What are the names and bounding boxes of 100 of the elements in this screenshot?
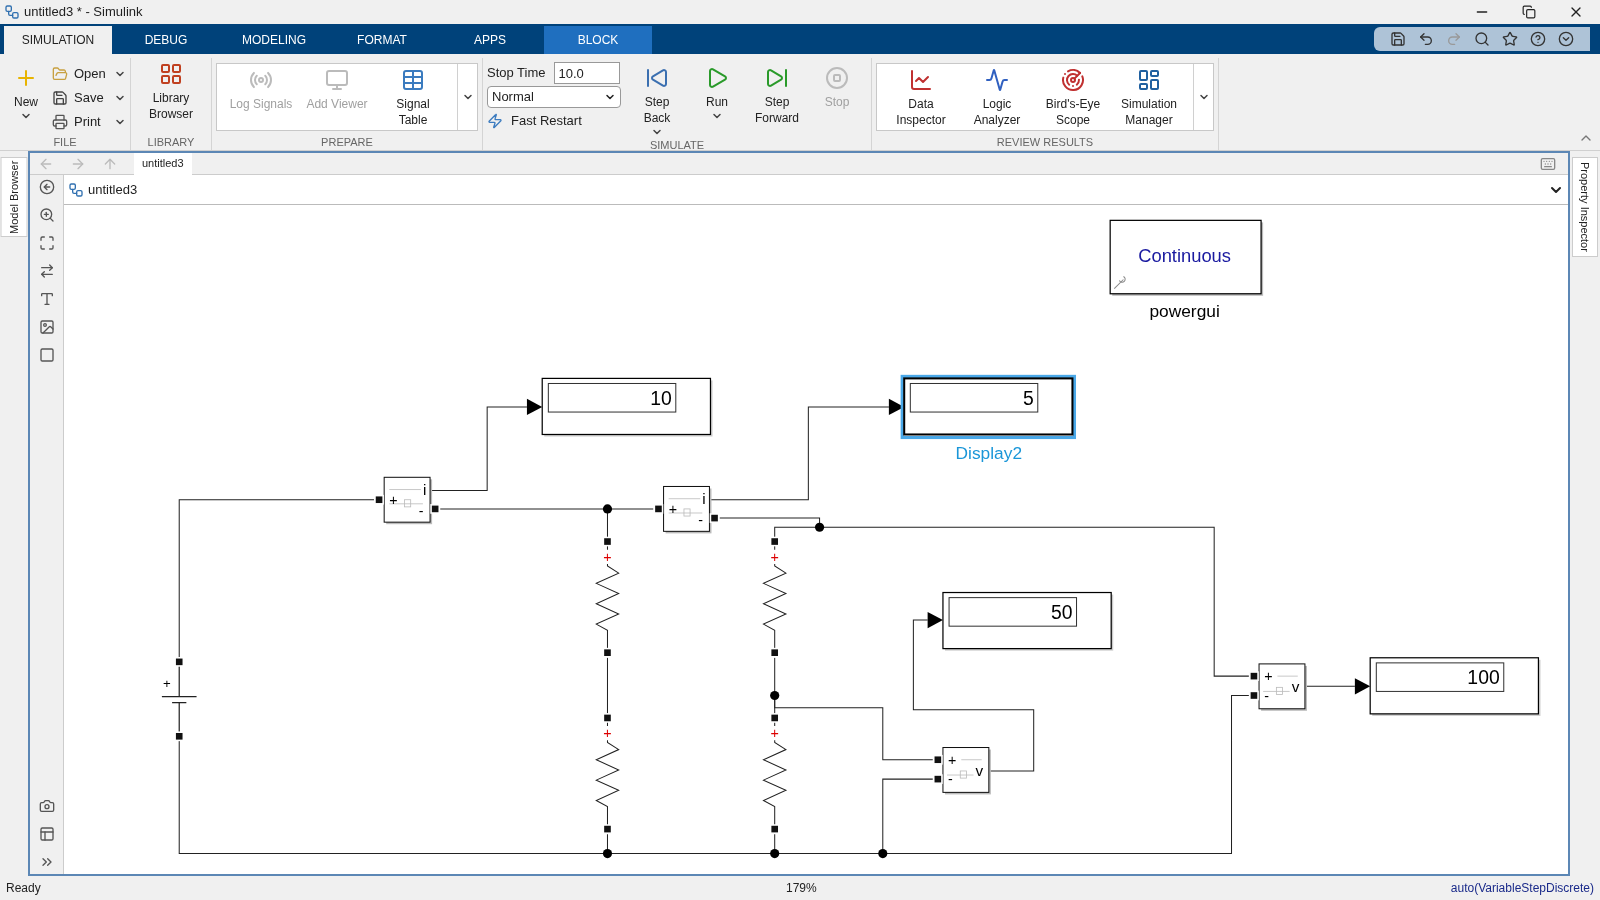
image-icon[interactable] — [38, 319, 55, 335]
ribbon-tab[interactable]: BLOCK — [544, 26, 652, 54]
step-back-icon — [645, 66, 669, 90]
camera-icon[interactable] — [38, 798, 55, 814]
ribbon-button[interactable]: Bird's-Eye Scope — [1037, 64, 1109, 130]
connection-port — [374, 494, 384, 505]
restore-icon[interactable] — [1522, 5, 1536, 19]
display-value: 100 — [1467, 666, 1500, 689]
polarity-sign: + — [770, 548, 779, 565]
polarity-sign: + — [603, 548, 612, 565]
ribbon-tab[interactable]: SIMULATION — [4, 26, 112, 54]
display-value: 10 — [650, 386, 672, 409]
connection-port — [769, 647, 780, 658]
ribbon-tab[interactable]: DEBUG — [112, 26, 220, 54]
side-tab[interactable]: Model Browser — [0, 157, 28, 237]
fast-restart-toggle[interactable]: Fast Restart — [487, 110, 627, 132]
area-icon[interactable] — [38, 347, 55, 363]
ribbon-button[interactable]: Save — [52, 86, 126, 110]
display-block[interactable]: 50 — [942, 591, 1114, 651]
side-tab[interactable]: Property Inspector — [1571, 157, 1599, 257]
terminal-sign: + — [389, 491, 398, 508]
ribbon-button[interactable]: Print — [52, 110, 126, 134]
display-block[interactable]: 10 — [541, 377, 713, 437]
junction-dot — [602, 504, 613, 514]
favorites-icon[interactable] — [1502, 31, 1518, 47]
output-label: v — [975, 762, 984, 780]
display-value: 5 — [1022, 386, 1034, 409]
ribbon-button[interactable]: New — [4, 62, 48, 122]
stop-time-field[interactable]: 10.0 — [553, 62, 620, 84]
display-value: 50 — [1050, 601, 1073, 624]
polarity-sign: + — [770, 725, 779, 742]
options-icon[interactable] — [1558, 31, 1574, 47]
battery-symbol[interactable] — [161, 665, 198, 733]
solver-status[interactable]: auto(VariableStepDiscrete) — [1450, 879, 1594, 897]
stop-time-label: Stop Time — [487, 64, 546, 83]
block-label: powergui — [1149, 301, 1220, 322]
section-title: PREPARE — [320, 135, 374, 150]
simulation-mode-dropdown[interactable]: Normal — [487, 86, 621, 108]
undo-icon[interactable] — [1418, 31, 1434, 47]
current-sensor[interactable] — [383, 476, 433, 525]
ribbon-tab[interactable]: MODELING — [220, 26, 328, 54]
model-canvas[interactable]: + + + + + i + - i + - v + - v + - 10 5 Display2 50 100 Continuous powergui — [64, 205, 1568, 874]
resistor-symbol[interactable] — [762, 721, 788, 826]
output-label: i — [702, 489, 706, 507]
section-title: FILE — [52, 135, 78, 150]
printer-icon — [52, 114, 68, 130]
voltage-sensor[interactable] — [942, 747, 991, 795]
voltage-sensor[interactable] — [1258, 663, 1307, 711]
resistor-symbol[interactable] — [595, 721, 620, 826]
connection-port — [933, 754, 943, 765]
ribbon-button[interactable]: Logic Analyzer — [961, 64, 1033, 130]
display-block[interactable]: 100 — [1369, 657, 1541, 716]
lightning-icon — [487, 113, 503, 129]
search-icon[interactable] — [1474, 31, 1490, 47]
ribbon-tab[interactable]: APPS — [436, 26, 544, 54]
section-title: SIMULATE — [648, 138, 706, 153]
text-annotation-icon[interactable] — [38, 291, 55, 307]
line-chart-icon — [909, 68, 933, 92]
back-icon[interactable] — [38, 179, 55, 195]
arrows-icon[interactable] — [38, 263, 55, 279]
ribbon-button[interactable]: Simulation Manager — [1113, 64, 1185, 130]
ribbon-button[interactable]: Library Browser — [135, 58, 207, 122]
app-logo-icon — [4, 4, 20, 20]
connection-port — [769, 824, 780, 834]
layout-icon[interactable] — [38, 826, 55, 842]
connection-port — [602, 536, 613, 547]
connection-port — [602, 824, 613, 834]
resistor-symbol[interactable] — [595, 545, 620, 650]
connection-port — [933, 774, 943, 784]
ribbon-button[interactable]: Open — [52, 62, 126, 86]
save-icon[interactable] — [1390, 31, 1406, 47]
grid-icon — [159, 62, 183, 86]
terminal-sign: + — [1264, 668, 1273, 685]
junction-dot — [878, 848, 888, 859]
ribbon-button[interactable]: Run — [687, 62, 747, 138]
ribbon-button[interactable]: Step Forward — [747, 62, 807, 138]
block-text: Continuous — [1138, 245, 1231, 267]
terminal-sign: + — [668, 501, 677, 517]
terminal-sign: - — [948, 771, 953, 788]
ribbon-tab[interactable]: FORMAT — [328, 26, 436, 54]
current-sensor[interactable] — [663, 485, 712, 534]
table-icon — [401, 68, 425, 92]
help-icon[interactable] — [1530, 31, 1546, 47]
zoom-in-icon[interactable] — [38, 207, 55, 223]
ribbon-button[interactable]: Step Back — [627, 62, 687, 138]
keyboard-icon[interactable] — [1540, 155, 1556, 172]
pulse-icon — [985, 68, 1009, 92]
polarity-sign: + — [603, 725, 612, 742]
display-block[interactable]: 5 — [900, 374, 1076, 440]
ribbon-button[interactable]: Data Inspector — [885, 64, 957, 130]
fit-view-icon[interactable] — [38, 235, 55, 251]
resistor-symbol[interactable] — [762, 545, 788, 650]
editor-tab[interactable]: untitled3 — [134, 152, 192, 175]
powergui-block[interactable]: Continuous — [1109, 219, 1264, 296]
breadcrumb[interactable]: untitled3 — [88, 179, 1548, 200]
window-title: untitled3 * - Simulink — [24, 3, 144, 22]
ribbon-button[interactable]: Signal Table — [377, 64, 449, 130]
terminal-sign: - — [418, 503, 424, 520]
wrench-icon — [1113, 275, 1126, 290]
dashboard-icon — [1137, 68, 1161, 92]
